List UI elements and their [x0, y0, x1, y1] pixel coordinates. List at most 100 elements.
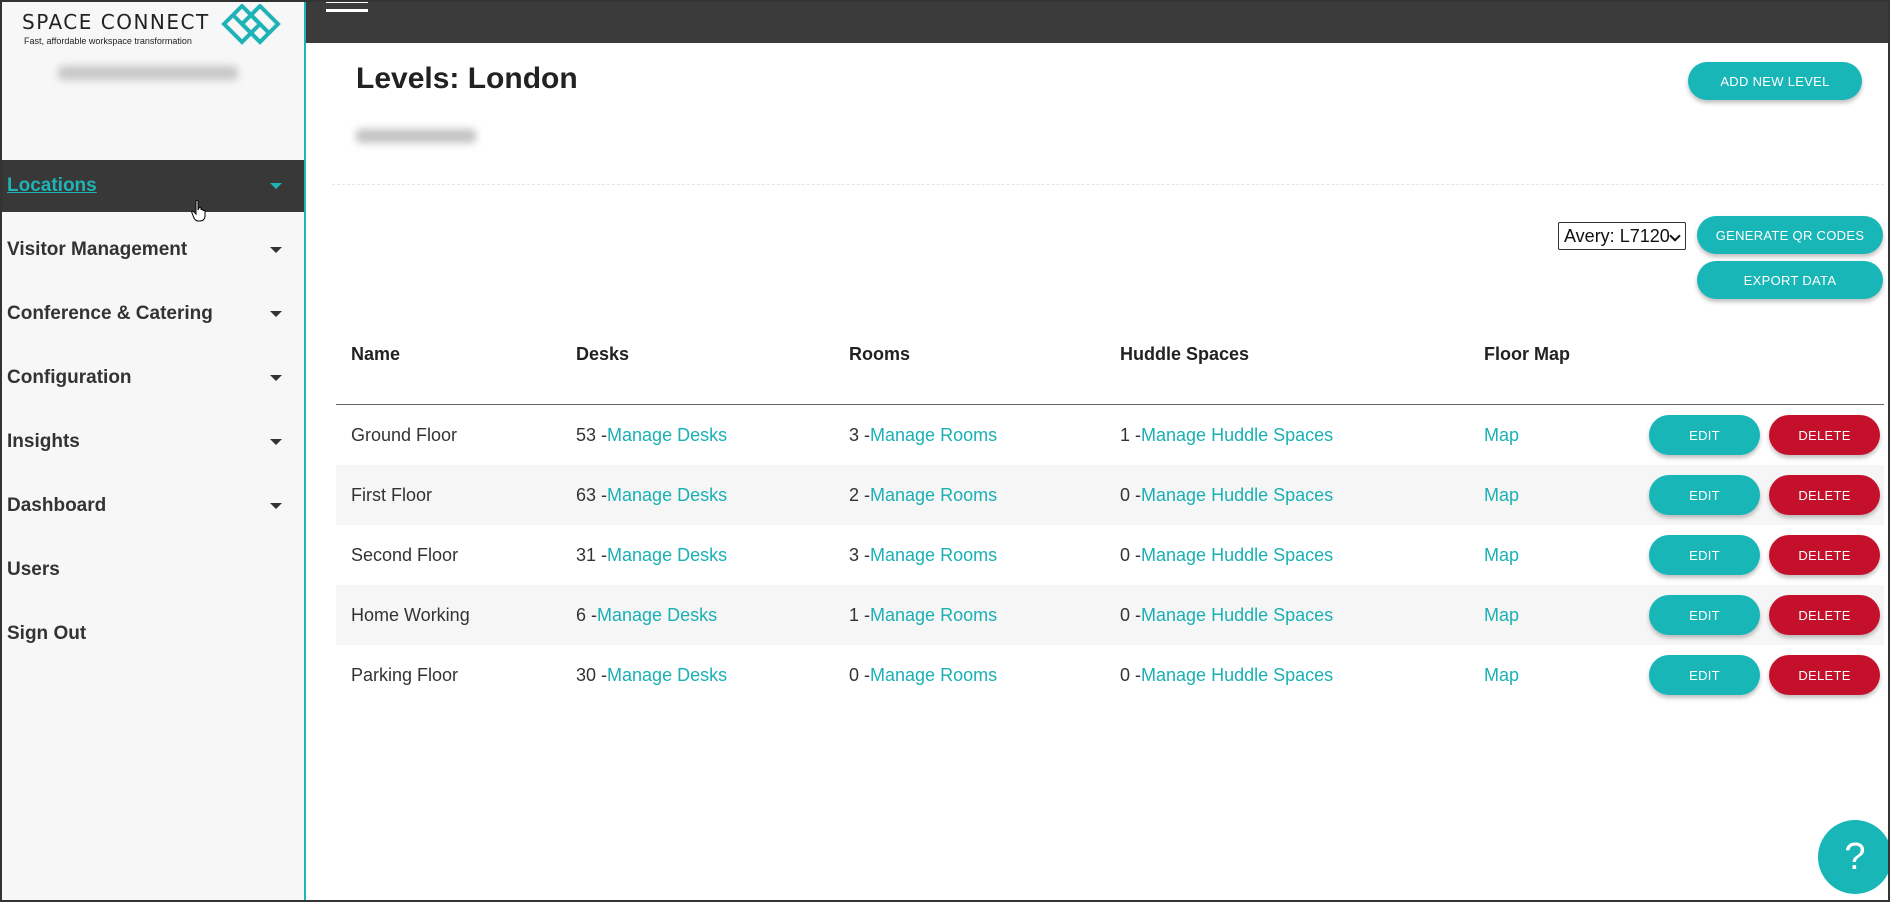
huddle-cell: 0 - Manage Huddle Spaces — [1120, 465, 1333, 525]
brand-tagline: Fast, affordable workspace transformatio… — [24, 36, 192, 46]
caret-down-icon — [270, 247, 282, 253]
sidebar-nav: Locations Visitor Management Conference … — [0, 160, 304, 672]
desks-cell: 30 - Manage Desks — [576, 645, 727, 705]
room-count: 2 - — [849, 484, 871, 505]
desk-count: 31 - — [576, 544, 608, 565]
export-data-button[interactable]: EXPORT DATA — [1697, 261, 1883, 299]
sidebar-item-dashboard[interactable]: Dashboard — [0, 480, 304, 532]
user-email — [58, 66, 238, 80]
rooms-cell: 3 - Manage Rooms — [849, 525, 997, 585]
map-link[interactable]: Map — [1484, 545, 1519, 566]
huddle-count: 0 - — [1120, 544, 1142, 565]
sidebar-item-conference-catering[interactable]: Conference & Catering — [0, 288, 304, 340]
desks-cell: 6 - Manage Desks — [576, 585, 717, 645]
manage-rooms-link[interactable]: Manage Rooms — [870, 425, 997, 446]
manage-desks-link[interactable]: Manage Desks — [607, 425, 727, 446]
huddle-count: 0 - — [1120, 664, 1142, 685]
delete-button[interactable]: DELETE — [1769, 655, 1880, 695]
column-header-name: Name — [351, 344, 401, 364]
sidebar-item-label: Configuration — [7, 367, 132, 388]
sidebar-item-insights[interactable]: Insights — [0, 416, 304, 468]
table-row: Second Floor 31 - Manage Desks 3 - Manag… — [336, 525, 1884, 585]
sidebar-item-visitor-management[interactable]: Visitor Management — [0, 224, 304, 276]
map-link[interactable]: Map — [1484, 605, 1519, 626]
map-link[interactable]: Map — [1484, 665, 1519, 686]
desk-count: 63 - — [576, 484, 608, 505]
level-name: First Floor — [351, 484, 432, 505]
column-header-floor-map: Floor Map — [1484, 344, 1570, 364]
delete-button[interactable]: DELETE — [1769, 535, 1880, 575]
help-icon: ? — [1844, 835, 1866, 878]
divider — [332, 184, 1884, 185]
page-title: Levels: London — [356, 62, 578, 95]
table-row: Ground Floor 53 - Manage Desks 3 - Manag… — [336, 405, 1884, 465]
sidebar-item-label: Sign Out — [7, 623, 87, 644]
help-button[interactable]: ? — [1818, 820, 1890, 894]
column-header-desks: Desks — [576, 344, 630, 364]
level-name: Parking Floor — [351, 664, 459, 685]
brand-name: SPACE CONNECT — [22, 10, 210, 34]
edit-button[interactable]: EDIT — [1649, 655, 1760, 695]
manage-huddle-spaces-link[interactable]: Manage Huddle Spaces — [1141, 665, 1333, 686]
level-name: Second Floor — [351, 544, 459, 565]
manage-huddle-spaces-link[interactable]: Manage Huddle Spaces — [1141, 485, 1333, 506]
desks-cell: 31 - Manage Desks — [576, 525, 727, 585]
rooms-cell: 2 - Manage Rooms — [849, 465, 997, 525]
manage-huddle-spaces-link[interactable]: Manage Huddle Spaces — [1141, 605, 1333, 626]
room-count: 3 - — [849, 424, 871, 445]
huddle-count: 0 - — [1120, 604, 1142, 625]
delete-button[interactable]: DELETE — [1769, 475, 1880, 515]
manage-desks-link[interactable]: Manage Desks — [597, 605, 717, 626]
sidebar-item-locations[interactable]: Locations — [0, 160, 304, 212]
manage-desks-link[interactable]: Manage Desks — [607, 545, 727, 566]
edit-button[interactable]: EDIT — [1649, 475, 1760, 515]
edit-button[interactable]: EDIT — [1649, 535, 1760, 575]
room-count: 1 - — [849, 604, 871, 625]
sidebar-item-label: Dashboard — [7, 495, 107, 516]
desk-count: 30 - — [576, 664, 608, 685]
sidebar-item-label: Conference & Catering — [7, 303, 213, 324]
manage-rooms-link[interactable]: Manage Rooms — [870, 665, 997, 686]
generate-qr-codes-button[interactable]: GENERATE QR CODES — [1697, 216, 1883, 254]
rooms-cell: 1 - Manage Rooms — [849, 585, 997, 645]
manage-desks-link[interactable]: Manage Desks — [607, 485, 727, 506]
sidebar-item-label: Insights — [7, 431, 80, 452]
huddle-cell: 0 - Manage Huddle Spaces — [1120, 525, 1333, 585]
map-link[interactable]: Map — [1484, 485, 1519, 506]
brand-logo[interactable]: SPACE CONNECT Fast, affordable workspace… — [22, 4, 282, 52]
delete-button[interactable]: DELETE — [1769, 415, 1880, 455]
huddle-cell: 0 - Manage Huddle Spaces — [1120, 645, 1333, 705]
manage-desks-link[interactable]: Manage Desks — [607, 665, 727, 686]
map-link[interactable]: Map — [1484, 425, 1519, 446]
manage-huddle-spaces-link[interactable]: Manage Huddle Spaces — [1141, 425, 1333, 446]
sidebar-item-configuration[interactable]: Configuration — [0, 352, 304, 404]
sidebar-item-sign-out[interactable]: Sign Out — [0, 608, 304, 660]
manage-rooms-link[interactable]: Manage Rooms — [870, 485, 997, 506]
location-address — [356, 129, 476, 143]
hand-cursor-icon — [191, 200, 206, 222]
manage-rooms-link[interactable]: Manage Rooms — [870, 605, 997, 626]
table-row: Home Working 6 - Manage Desks 1 - Manage… — [336, 585, 1884, 645]
caret-down-icon — [270, 503, 282, 509]
room-count: 0 - — [849, 664, 871, 685]
desks-cell: 53 - Manage Desks — [576, 405, 727, 465]
manage-huddle-spaces-link[interactable]: Manage Huddle Spaces — [1141, 545, 1333, 566]
caret-down-icon — [270, 375, 282, 381]
label-format-select[interactable]: Avery: L7120 — [1558, 222, 1686, 250]
sidebar-item-users[interactable]: Users — [0, 544, 304, 596]
edit-button[interactable]: EDIT — [1649, 415, 1760, 455]
hamburger-menu-icon[interactable] — [326, 0, 368, 20]
huddle-count: 0 - — [1120, 484, 1142, 505]
sidebar-item-label: Users — [7, 559, 60, 580]
manage-rooms-link[interactable]: Manage Rooms — [870, 545, 997, 566]
desk-count: 6 - — [576, 604, 598, 625]
sidebar-item-label: Visitor Management — [7, 239, 188, 260]
desk-count: 53 - — [576, 424, 608, 445]
huddle-cell: 1 - Manage Huddle Spaces — [1120, 405, 1333, 465]
level-name: Ground Floor — [351, 424, 458, 445]
edit-button[interactable]: EDIT — [1649, 595, 1760, 635]
delete-button[interactable]: DELETE — [1769, 595, 1880, 635]
add-new-level-button[interactable]: ADD NEW LEVEL — [1688, 62, 1862, 100]
room-count: 3 - — [849, 544, 871, 565]
caret-down-icon — [270, 439, 282, 445]
